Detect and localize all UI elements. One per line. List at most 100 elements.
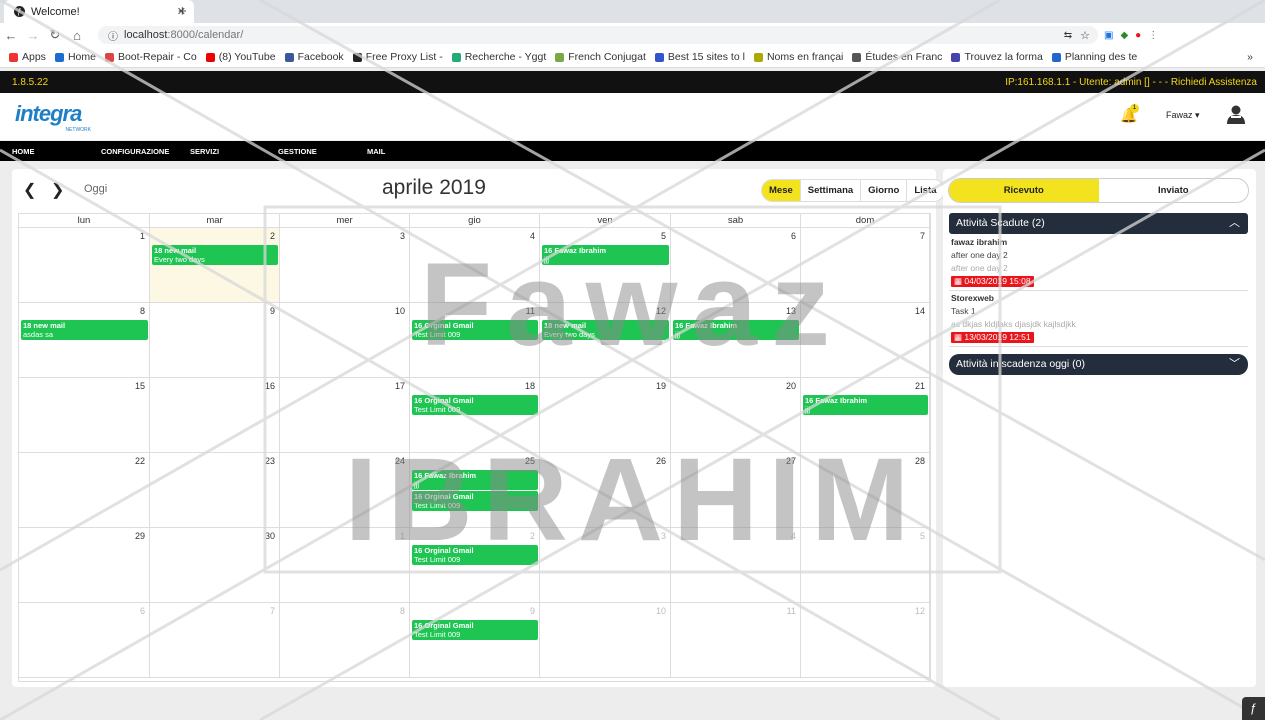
day-cell[interactable]: 11	[671, 603, 801, 678]
day-number[interactable]: 16	[265, 381, 275, 391]
day-cell[interactable]: 19	[540, 378, 671, 453]
today-section-header[interactable]: Attività in scadenza oggi (0) ﹀	[949, 354, 1248, 375]
menu-configurazione[interactable]: CONFIGURAZIONE	[101, 147, 169, 156]
task-item[interactable]: Storexweb Task 1 as dkjas kldjlaks djasj…	[951, 292, 1076, 344]
day-number[interactable]: 6	[791, 231, 796, 241]
menu-servizi[interactable]: SERVIZI	[190, 147, 219, 156]
forward-icon[interactable]: →	[22, 28, 44, 43]
day-number[interactable]: 9	[530, 606, 535, 616]
today-button[interactable]: Oggi	[84, 183, 107, 195]
day-cell[interactable]: 27	[671, 453, 801, 528]
day-number[interactable]: 21	[915, 381, 925, 391]
day-cell[interactable]: 28	[801, 453, 930, 528]
day-number[interactable]: 3	[400, 231, 405, 241]
day-number[interactable]: 19	[656, 381, 666, 391]
view-month-button[interactable]: Mese	[762, 180, 800, 201]
day-cell[interactable]: 29	[19, 528, 150, 603]
day-cell[interactable]: 17	[280, 378, 410, 453]
info-icon[interactable]: ⓘ	[108, 28, 118, 43]
day-number[interactable]: 3	[661, 531, 666, 541]
calendar-event[interactable]: 16 Orginal Gmail Test Limit 009	[412, 545, 538, 565]
day-cell[interactable]: 24	[280, 453, 410, 528]
day-cell[interactable]: 30	[150, 528, 280, 603]
day-cell[interactable]: 2	[410, 528, 540, 603]
calendar-event[interactable]: 16 Fawaz Ibrahim jjj	[542, 245, 669, 265]
bookmark-item[interactable]: Best 15 sites to l	[654, 51, 745, 63]
day-number[interactable]: 15	[135, 381, 145, 391]
bookmark-item[interactable]: Recherche - Yggt	[451, 51, 546, 63]
day-number[interactable]: 11	[787, 606, 796, 616]
day-cell[interactable]: 7	[150, 603, 280, 678]
day-number[interactable]: 12	[656, 306, 666, 316]
avatar-icon[interactable]	[1226, 104, 1246, 124]
chevron-right-icon[interactable]: ❯	[51, 180, 64, 200]
day-cell[interactable]: 12	[540, 303, 671, 378]
translate-icon[interactable]: ⇆	[1064, 30, 1072, 41]
bookmark-item[interactable]: Free Proxy List -	[352, 51, 443, 63]
bookmark-item[interactable]: Home	[54, 51, 96, 63]
day-cell[interactable]: 26	[540, 453, 671, 528]
day-cell[interactable]: 11	[410, 303, 540, 378]
day-number[interactable]: 1	[400, 531, 405, 541]
day-cell[interactable]: 4	[671, 528, 801, 603]
day-cell[interactable]: 8	[280, 603, 410, 678]
calendar-event[interactable]: 18 new mail asdas sa	[21, 320, 148, 340]
day-number[interactable]: 4	[530, 231, 535, 241]
day-cell[interactable]: 5	[540, 228, 671, 303]
calendar-event[interactable]: 16 Orginal Gmail Test Limit 009	[412, 491, 538, 511]
day-number[interactable]: 5	[920, 531, 925, 541]
day-number[interactable]: 10	[656, 606, 666, 616]
day-number[interactable]: 11	[526, 306, 535, 316]
overdue-section-header[interactable]: Attività Scadute (2) ︿	[949, 213, 1248, 234]
day-cell[interactable]: 1	[19, 228, 150, 303]
bookmark-item[interactable]: Apps	[9, 51, 46, 63]
day-cell[interactable]: 9	[150, 303, 280, 378]
opera-icon[interactable]: ●	[1135, 30, 1141, 41]
bookmark-item[interactable]: Boot-Repair - Co	[104, 51, 197, 63]
day-cell[interactable]: 12	[801, 603, 930, 678]
calendar-event[interactable]: 16 Fawaz Ibrahim jjj	[803, 395, 928, 415]
bookmark-item[interactable]: Études en Franc	[852, 51, 942, 63]
calendar-event[interactable]: 18 new mail Every two days	[542, 320, 669, 340]
bookmark-item[interactable]: Facebook	[284, 51, 344, 63]
bookmark-item[interactable]: French Conjugat	[555, 51, 646, 63]
day-cell[interactable]: 9	[410, 603, 540, 678]
day-number[interactable]: 4	[791, 531, 796, 541]
calendar-event[interactable]: 16 Orginal Gmail Test Limit 009	[412, 395, 538, 415]
day-number[interactable]: 20	[786, 381, 796, 391]
day-number[interactable]: 10	[395, 306, 405, 316]
symfony-toolbar-icon[interactable]: ƒ	[1242, 697, 1265, 720]
day-cell[interactable]: 5	[801, 528, 930, 603]
day-cell[interactable]: 16	[150, 378, 280, 453]
day-number[interactable]: 25	[525, 456, 535, 466]
back-icon[interactable]: ←	[0, 28, 22, 43]
url-field[interactable]: ⓘ localhost:8000/calendar/ ⇆ ☆	[98, 26, 1098, 44]
day-number[interactable]: 17	[395, 381, 405, 391]
day-cell[interactable]: 14	[801, 303, 930, 378]
bookmark-item[interactable]: Planning des te	[1051, 51, 1137, 63]
day-number[interactable]: 23	[265, 456, 275, 466]
chevron-up-icon[interactable]: ︿	[1229, 213, 1240, 234]
view-list-button[interactable]: Lista	[906, 180, 944, 201]
day-cell[interactable]: 6	[19, 603, 150, 678]
day-number[interactable]: 30	[265, 531, 275, 541]
integra-logo[interactable]: integra NETWORK	[15, 101, 91, 133]
status-text[interactable]: IP:161.168.1.1 - Utente: admin [] - - - …	[1005, 77, 1257, 88]
bookmark-item[interactable]: (8) YouTube	[205, 51, 276, 63]
day-cell[interactable]: 7	[801, 228, 930, 303]
day-cell[interactable]: 4	[410, 228, 540, 303]
day-cell[interactable]: 13	[671, 303, 801, 378]
calendar-event[interactable]: 18 new mail Every two days	[152, 245, 278, 265]
menu-mail[interactable]: MAIL	[367, 147, 385, 156]
day-cell[interactable]: 10	[540, 603, 671, 678]
day-number[interactable]: 13	[786, 306, 796, 316]
day-cell[interactable]: 8	[19, 303, 150, 378]
day-number[interactable]: 22	[135, 456, 145, 466]
user-menu[interactable]: Fawaz ▾	[1166, 110, 1200, 121]
chevron-left-icon[interactable]: ❮	[23, 180, 36, 200]
day-number[interactable]: 5	[661, 231, 666, 241]
day-number[interactable]: 26	[656, 456, 666, 466]
chevron-down-icon[interactable]: ﹀	[1229, 354, 1240, 375]
menu-dots-icon[interactable]: ⋮	[1148, 30, 1158, 41]
extension-icon[interactable]: ▣	[1104, 30, 1113, 41]
